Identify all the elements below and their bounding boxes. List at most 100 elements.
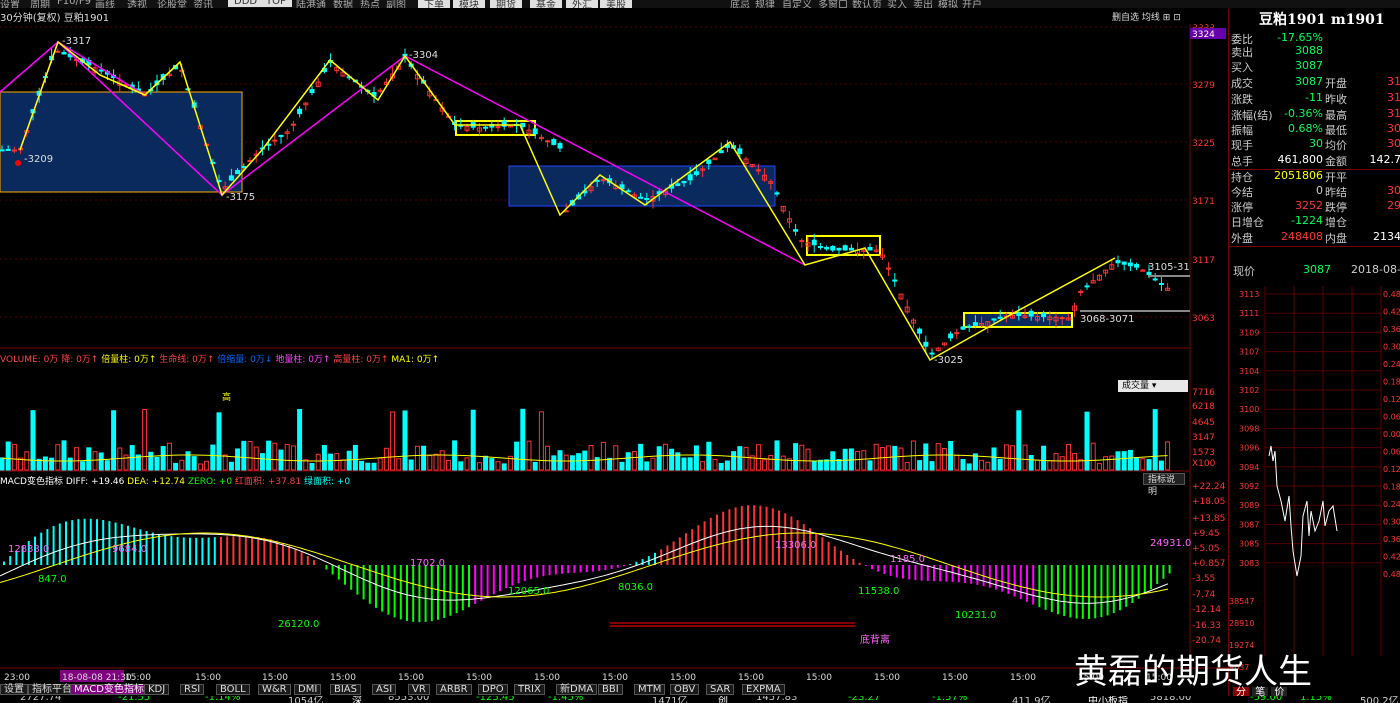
candle-body — [972, 322, 978, 326]
macd-indicator-item: 红面积: +37.81 — [232, 477, 302, 487]
candle-body — [228, 175, 234, 181]
volume-bar — [569, 455, 575, 471]
candle-body — [917, 328, 923, 334]
chart-area[interactable]: 3333327932253171311730633324-3317-3304-3… — [0, 0, 1228, 684]
quote-value: 0.68% — [1288, 122, 1323, 135]
candle-body — [309, 89, 315, 94]
volume-bar — [235, 448, 241, 471]
volume-bar — [222, 454, 228, 471]
volume-bar — [1121, 451, 1127, 471]
candle-body — [848, 247, 854, 251]
ticker-item: 1457.83 — [756, 696, 798, 703]
macd-indicator-item: ZERO: +0 — [185, 477, 233, 487]
indicator-tab[interactable]: DPO — [478, 684, 508, 695]
quote-label: 金额 — [1325, 155, 1347, 168]
candle-body — [55, 50, 61, 53]
indicator-tab[interactable]: BIAS — [330, 684, 361, 695]
candle-body — [532, 128, 538, 135]
volume-bar — [166, 442, 172, 471]
tick-axis-label: 3087 — [1239, 520, 1259, 529]
tick-axis-label: 0.24 — [1383, 360, 1400, 369]
quote-row: 现手 30 均价 30 — [1231, 137, 1400, 152]
quote-label: 总手 — [1231, 155, 1253, 168]
price-annotation: -3025 — [934, 355, 963, 366]
time-axis-label: 15:00 — [738, 673, 764, 683]
indicator-tab[interactable]: MTM — [634, 684, 666, 695]
indicator-tab[interactable]: ASI — [372, 684, 397, 695]
quote-value: -1224 — [1291, 214, 1323, 227]
volume-bar — [433, 453, 439, 471]
volume-bar — [1022, 444, 1028, 471]
volume-bar — [1059, 456, 1065, 471]
candle-body — [5, 148, 11, 151]
volume-bar — [148, 451, 154, 471]
volume-bar — [607, 457, 613, 471]
indicator-tab[interactable]: KDJ — [144, 684, 170, 695]
indicator-tab[interactable]: TRIX — [514, 684, 545, 695]
quote-row: 涨跌 -11 昨收 31 — [1231, 91, 1400, 106]
volume-bar — [228, 461, 234, 471]
volume-bar — [1096, 463, 1102, 471]
volume-bar — [1158, 460, 1164, 471]
chart-toolbar-right[interactable]: 删自选 均线 ⊞ ⊡ — [1108, 12, 1226, 24]
volume-bar — [241, 440, 247, 471]
quote-label: 内盘 — [1325, 232, 1347, 245]
quote-value: -11 — [1305, 91, 1323, 104]
candle-body — [1028, 310, 1034, 317]
remove-favorite-button[interactable]: 删自选 — [1112, 13, 1139, 23]
layout-icon[interactable]: ⊞ — [1163, 13, 1171, 23]
candle-body — [272, 139, 278, 142]
candle-body — [1134, 264, 1140, 268]
ma-toggle-button[interactable]: 均线 — [1142, 13, 1160, 23]
time-axis-label: 15:00 — [466, 673, 492, 683]
volume-bar — [737, 446, 743, 471]
indicator-tab[interactable]: EXPMA — [742, 684, 785, 695]
indicator-help-button[interactable]: 指标说明 — [1143, 473, 1185, 497]
indicator-tab[interactable]: 新DMA — [556, 684, 598, 695]
now-price-row: 现价 3087 2018-08-30 — [1233, 263, 1400, 278]
candle-body — [625, 190, 631, 193]
macd-axis-label: -16.33 — [1192, 621, 1221, 631]
volume-bar — [1003, 444, 1009, 471]
indicator-tab[interactable]: OBV — [670, 684, 700, 695]
candle-body — [954, 332, 960, 335]
quote-label: 最低 — [1325, 124, 1347, 137]
price-axis-label: 3063 — [1192, 314, 1215, 324]
volume-bar — [73, 447, 79, 471]
indicator-tab[interactable]: RSI — [180, 684, 205, 695]
volume-bar — [445, 459, 451, 471]
macd-area-label: 10231.0 — [955, 610, 996, 621]
volume-bar — [321, 445, 327, 471]
candle-body — [811, 239, 817, 246]
volume-bar — [879, 447, 885, 471]
quote-value: 29 — [1387, 199, 1400, 212]
volume-bar — [755, 444, 761, 471]
indicator-tab[interactable]: W&R — [258, 684, 291, 695]
volume-bar — [557, 450, 563, 471]
window-icon[interactable]: ⊡ — [1173, 13, 1181, 23]
volume-bar — [191, 456, 197, 471]
indicator-tab[interactable]: BBI — [598, 684, 623, 695]
indicator-tab[interactable]: SAR — [706, 684, 735, 695]
indicator-tab[interactable]: BOLL — [216, 684, 250, 695]
candle-body — [1084, 285, 1090, 288]
candle-body — [551, 139, 557, 145]
indicator-tab[interactable]: VR — [408, 684, 430, 695]
indicator-tab[interactable]: 指标平台 — [28, 684, 76, 695]
indicator-tab[interactable]: MACD变色指标 — [70, 684, 148, 695]
volume-indicator-dropdown[interactable]: 成交量 ▾ — [1118, 380, 1188, 392]
tick-axis-label: 3111 — [1239, 309, 1259, 318]
volume-bar — [1134, 457, 1140, 471]
volume-bar — [855, 450, 861, 471]
candle-body — [836, 247, 842, 251]
indicator-tab[interactable]: ARBR — [436, 684, 472, 695]
volume-bar — [396, 458, 402, 471]
volume-bar — [514, 441, 520, 471]
quote-value: 30 — [1309, 137, 1323, 150]
volume-bar — [489, 458, 495, 471]
volume-bar — [272, 442, 278, 471]
indicator-tab[interactable]: DMI — [294, 684, 322, 695]
indicator-tab[interactable]: 设置 — [0, 684, 28, 695]
candle-body — [948, 333, 954, 339]
quote-value: 142.7 — [1369, 153, 1400, 166]
